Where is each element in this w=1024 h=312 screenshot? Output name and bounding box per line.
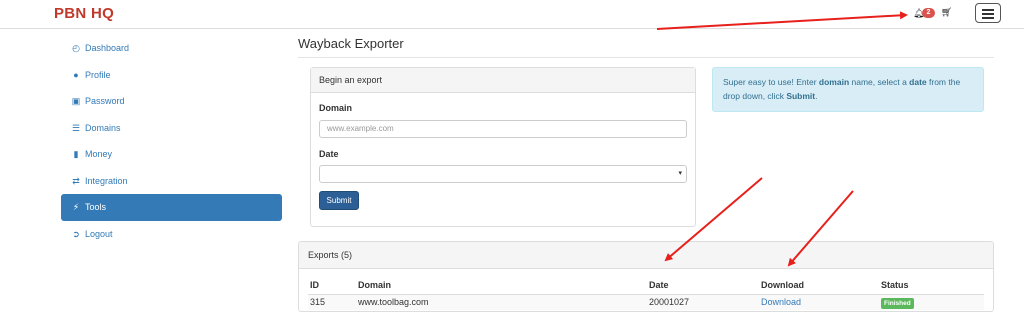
cart-icon[interactable]: 🛒︎ xyxy=(941,7,952,18)
column-header-domain: Domain xyxy=(358,280,392,290)
notification-badge[interactable]: 2 xyxy=(922,8,935,18)
status-badge: Finished xyxy=(881,298,914,309)
hamburger-icon xyxy=(982,9,994,11)
sidebar-item-dashboard[interactable]: ◴ Dashboard xyxy=(61,35,282,62)
export-form-panel: Begin an export Domain www.example.com D… xyxy=(310,67,696,227)
exports-panel: Exports (5) ID Domain Date Download Stat… xyxy=(298,241,994,312)
user-icon: ● xyxy=(73,69,79,80)
sidebar-item-money[interactable]: ▮ Money xyxy=(61,141,282,168)
top-navbar: PBN HQ 🔔︎ 2 🛒︎ xyxy=(0,0,1024,29)
column-header-date: Date xyxy=(649,280,669,290)
domain-label: Domain xyxy=(319,103,353,113)
dashboard-icon: ◴ xyxy=(72,43,80,53)
shuffle-icon: ⇄ xyxy=(72,175,80,186)
logout-icon: ➲ xyxy=(72,228,80,239)
column-header-status: Status xyxy=(881,280,909,290)
cell-domain: www.toolbag.com xyxy=(358,297,429,307)
title-divider xyxy=(298,57,994,58)
sidebar-item-domains[interactable]: ☰ Domains xyxy=(61,115,282,142)
sidebar-item-label: Money xyxy=(85,149,113,159)
date-label: Date xyxy=(319,149,339,159)
sidebar-item-integration[interactable]: ⇄ Integration xyxy=(61,168,282,195)
column-header-download: Download xyxy=(761,280,804,290)
date-select[interactable]: ▾ xyxy=(319,165,687,183)
cell-id: 315 xyxy=(310,297,326,307)
lock-icon: ▣ xyxy=(71,96,81,106)
info-alert: Super easy to use! Enter domain name, se… xyxy=(712,67,984,112)
download-link[interactable]: Download xyxy=(761,297,801,307)
info-strong: Submit xyxy=(786,91,816,101)
info-strong: date xyxy=(909,77,927,87)
sidebar-item-tools[interactable]: ⚡︎ Tools xyxy=(61,194,282,221)
sidebar: ◴ Dashboard ● Profile ▣ Password ☰ Domains ▮… xyxy=(61,35,282,247)
info-text: name, select a xyxy=(849,77,910,87)
info-text: Super easy to use! Enter xyxy=(723,77,819,87)
sidebar-item-label: Logout xyxy=(85,228,113,239)
page-title: Wayback Exporter xyxy=(298,36,404,51)
sidebar-item-label: Dashboard xyxy=(85,43,130,53)
sidebar-item-label: Domains xyxy=(85,122,121,133)
panel-heading: Begin an export xyxy=(311,68,695,93)
cell-date: 20001027 xyxy=(649,297,690,307)
sidebar-item-password[interactable]: ▣ Password xyxy=(61,88,282,115)
bolt-icon: ⚡︎ xyxy=(72,202,80,212)
sidebar-item-profile[interactable]: ● Profile xyxy=(61,62,282,89)
sidebar-item-label: Integration xyxy=(85,175,128,186)
sidebar-item-label: Tools xyxy=(85,202,107,212)
sidebar-item-label: Profile xyxy=(85,69,111,80)
brand-logo[interactable]: PBN HQ xyxy=(54,5,114,22)
domain-input[interactable]: www.example.com xyxy=(319,120,687,138)
sidebar-item-logout[interactable]: ➲ Logout xyxy=(61,221,282,248)
caret-down-icon: ▾ xyxy=(678,170,682,177)
info-strong: domain xyxy=(818,77,850,87)
bar-chart-icon: ▮ xyxy=(73,149,79,159)
sidebar-item-label: Password xyxy=(85,96,125,106)
submit-button[interactable]: Submit xyxy=(319,191,359,210)
exports-heading: Exports (5) xyxy=(299,242,993,269)
info-text: . xyxy=(815,91,818,101)
server-icon: ☰ xyxy=(71,122,81,133)
column-header-id: ID xyxy=(310,280,319,290)
hamburger-menu-button[interactable] xyxy=(975,3,1001,23)
